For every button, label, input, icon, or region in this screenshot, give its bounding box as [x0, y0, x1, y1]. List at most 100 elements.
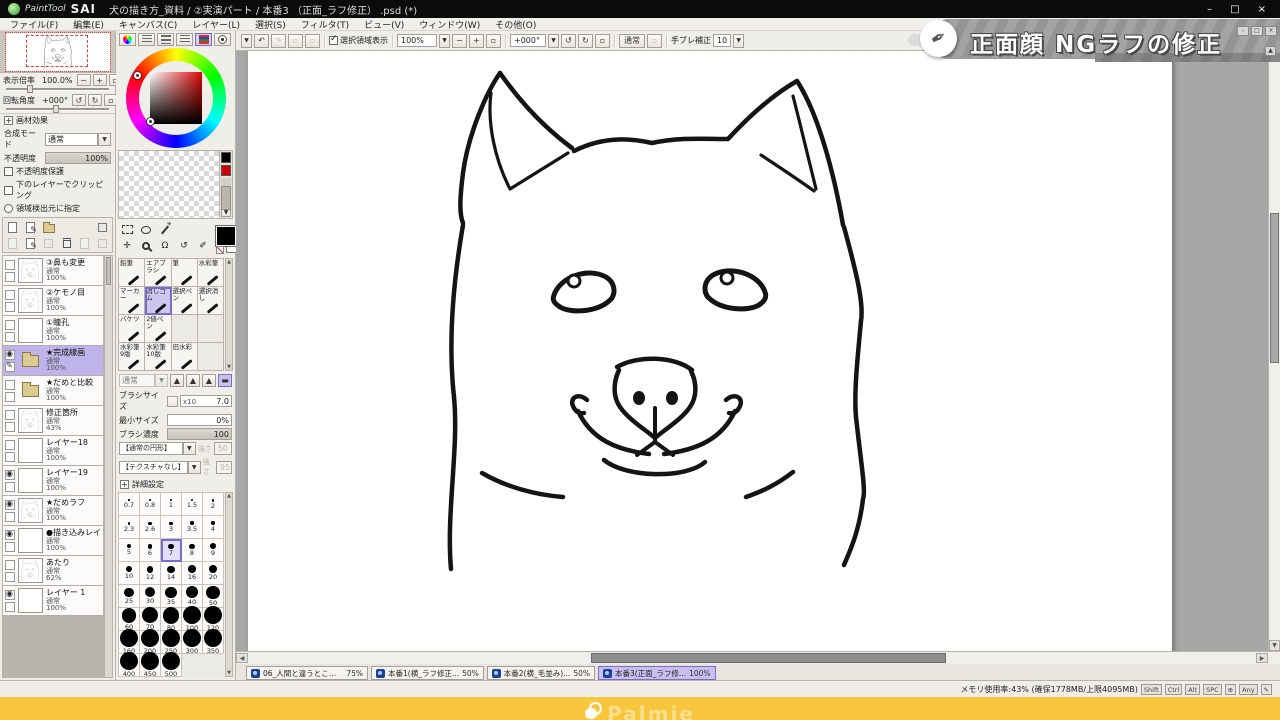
density-slider[interactable]: 100: [167, 428, 232, 440]
layer-visibility-toggle[interactable]: [5, 500, 15, 510]
brush-cell[interactable]: 2値ペン: [145, 315, 171, 343]
layer-thumbnail[interactable]: [18, 258, 43, 283]
preserve-opacity-checkbox[interactable]: [4, 167, 13, 176]
menu-item[interactable]: フィルタ(T): [301, 18, 349, 31]
show-selection-checkbox[interactable]: [329, 36, 338, 45]
overlay-maximize-button[interactable]: □: [1251, 26, 1263, 36]
zoom-slider[interactable]: [6, 88, 109, 90]
brush-cell[interactable]: 水彩筆10版: [145, 343, 171, 371]
brush-cell[interactable]: マーカー: [119, 287, 145, 315]
canvas-viewport[interactable]: ▲ ▼: [236, 51, 1280, 651]
deselect-button[interactable]: ▫: [288, 34, 303, 48]
scroll-down-arrow[interactable]: ▼: [1269, 640, 1280, 651]
size-cell[interactable]: 80: [161, 608, 182, 631]
canvas-zoom-in[interactable]: +: [469, 34, 484, 48]
layer-visibility-toggle[interactable]: [5, 590, 15, 600]
layer-visibility-toggle[interactable]: [5, 410, 15, 420]
brush-cell[interactable]: 鉛筆: [119, 259, 145, 287]
layer-row[interactable]: あたり 通常 62%: [3, 556, 103, 586]
brush-cell[interactable]: 選択ペン: [172, 287, 198, 315]
size-cell[interactable]: 14: [161, 562, 182, 585]
size-cell[interactable]: 7: [161, 539, 182, 562]
brush-cell[interactable]: 水彩筆: [198, 259, 224, 287]
size-cell[interactable]: 50: [203, 585, 224, 608]
redo-button[interactable]: ↷: [271, 34, 286, 48]
brush-cell[interactable]: 旧水彩: [172, 343, 198, 371]
layer-visibility-toggle[interactable]: [5, 560, 15, 570]
canvas-paper[interactable]: [248, 51, 1172, 651]
layer-option-toggle[interactable]: [5, 512, 15, 522]
hue-marker[interactable]: [134, 72, 141, 79]
size-grid-scrollbar[interactable]: ▲▼: [225, 492, 233, 677]
invert-selection-button[interactable]: ▫: [305, 34, 320, 48]
canvas-rotate-cw[interactable]: ↻: [578, 34, 593, 48]
menu-item[interactable]: ビュー(V): [364, 18, 404, 31]
layer-option-toggle[interactable]: [5, 302, 15, 312]
rect-select-tool[interactable]: [119, 223, 135, 236]
rotate-reset-tool[interactable]: ↺: [176, 239, 192, 252]
canvas-angle-value[interactable]: +000°: [510, 34, 546, 47]
canvas-zoom-reset[interactable]: ▫: [486, 34, 501, 48]
size-cell[interactable]: 120: [203, 608, 224, 631]
brush-size-unit-button[interactable]: [167, 396, 178, 407]
layer-thumbnail[interactable]: [18, 438, 43, 463]
color-wheel-tab[interactable]: [119, 33, 136, 46]
size-cell[interactable]: 160: [119, 631, 140, 654]
hsv-slider-tab[interactable]: [176, 33, 193, 46]
effect-expand-icon[interactable]: +: [4, 116, 13, 125]
size-cell[interactable]: 30: [140, 585, 161, 608]
size-cell[interactable]: 300: [182, 631, 203, 654]
brush-cell[interactable]: 選択消し: [198, 287, 224, 315]
scratchpad-scrollbar[interactable]: [221, 178, 231, 206]
menu-item[interactable]: キャンバス(C): [119, 18, 177, 31]
stabilizer-value[interactable]: 10: [713, 34, 731, 47]
selection-source-radio[interactable]: [4, 204, 13, 213]
color-wheel[interactable]: [126, 48, 226, 148]
transfer-down-button[interactable]: [5, 236, 20, 250]
document-tab[interactable]: 本番1(横_ラフ修正... 50%: [371, 666, 484, 680]
brush-shape-4[interactable]: ▬: [218, 374, 232, 387]
layer-visibility-toggle[interactable]: [5, 320, 15, 330]
size-cell[interactable]: 2.3: [119, 516, 140, 539]
new-folder-button[interactable]: [41, 220, 56, 234]
size-cell[interactable]: 500: [161, 654, 182, 677]
rgb-slider-tab[interactable]: [195, 33, 212, 46]
move-tool[interactable]: ✛: [119, 239, 135, 252]
size-cell[interactable]: 16: [182, 562, 203, 585]
size-cell[interactable]: 40: [182, 585, 203, 608]
layer-row[interactable]: ②ケモノ目 通常 100%: [3, 286, 103, 316]
size-cell[interactable]: 2.6: [140, 516, 161, 539]
size-cell[interactable]: 8: [182, 539, 203, 562]
layer-row[interactable]: 修正箇所 通常 43%: [3, 406, 103, 436]
magic-wand-tool[interactable]: [157, 223, 173, 236]
brush-edge-dropdown-icon[interactable]: ▼: [183, 442, 196, 455]
brush-cell[interactable]: バケツ: [119, 315, 145, 343]
eyedropper-tool[interactable]: ✐: [195, 239, 211, 252]
layer-thumbnail[interactable]: [18, 318, 43, 343]
layer-row[interactable]: レイヤー 1 通常 100%: [3, 586, 103, 616]
minimize-button[interactable]: –: [1207, 4, 1212, 15]
size-cell[interactable]: 2: [203, 493, 224, 516]
brush-texture-dropdown-icon[interactable]: ▼: [188, 461, 201, 474]
brush-cell[interactable]: エアブラシ: [145, 259, 171, 287]
layer-thumbnail[interactable]: [18, 348, 43, 373]
layer-row[interactable]: ★だめと比較 通常 100%: [3, 376, 103, 406]
brush-size-slider[interactable]: x10 7.0: [180, 395, 232, 407]
layer-visibility-toggle[interactable]: [5, 260, 15, 270]
layer-thumbnail[interactable]: [18, 288, 43, 313]
brush-cell[interactable]: [198, 343, 224, 371]
layer-thumbnail[interactable]: [18, 498, 43, 523]
size-cell[interactable]: 60: [119, 608, 140, 631]
zoom-tool[interactable]: [138, 239, 154, 252]
size-cell[interactable]: 5: [119, 539, 140, 562]
new-layer-button[interactable]: [5, 220, 20, 234]
scratchpad[interactable]: ▼: [118, 150, 233, 219]
min-size-slider[interactable]: 0%: [167, 414, 232, 426]
layer-option-toggle[interactable]: [5, 572, 15, 582]
layer-thumbnail[interactable]: [18, 468, 43, 493]
menu-item[interactable]: ファイル(F): [10, 18, 58, 31]
layer-row[interactable]: ●描き込みレイ... 通常 100%: [3, 526, 103, 556]
canvas-zoom-dropdown[interactable]: ▼: [439, 34, 450, 48]
layer-option-toggle[interactable]: [5, 362, 15, 372]
brush-shape-2[interactable]: ▲: [186, 374, 200, 387]
